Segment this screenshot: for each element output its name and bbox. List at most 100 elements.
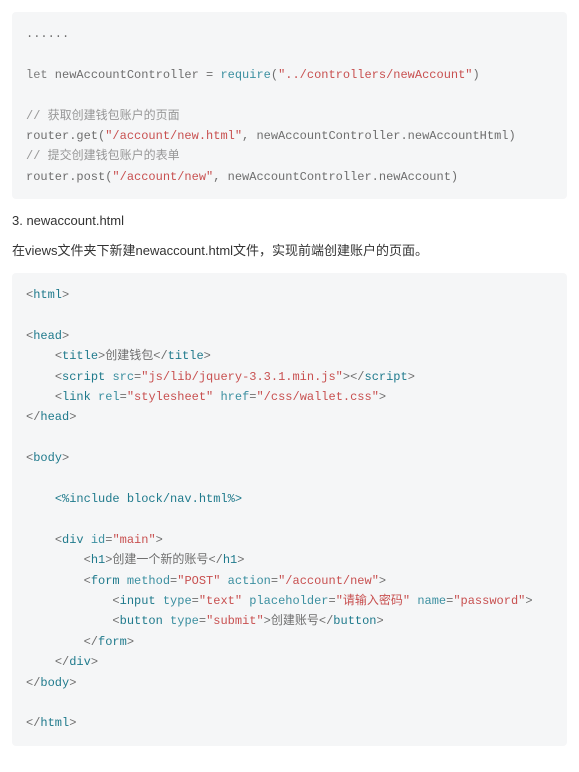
include-directive: <%include block/nav.html%> (55, 492, 242, 506)
tag-form: form (91, 574, 120, 588)
bracket: < (55, 390, 62, 404)
comment-line: // 获取创建钱包账户的页面 (26, 109, 180, 123)
bracket: < (84, 574, 91, 588)
bracket: > (62, 451, 69, 465)
bracket: > (105, 553, 112, 567)
bracket: > (91, 655, 98, 669)
bracket: > (127, 635, 134, 649)
code-text: router.post( (26, 170, 112, 184)
bracket: > (408, 370, 415, 384)
tag-h1-close: h1 (223, 553, 237, 567)
bracket: < (112, 614, 119, 628)
equals: = (120, 390, 127, 404)
val-type: "submit" (206, 614, 264, 628)
equals: = (170, 574, 177, 588)
equals: = (271, 574, 278, 588)
bracket: > (69, 410, 76, 424)
bracket: < (84, 553, 91, 567)
h1-text: 创建一个新的账号 (112, 553, 208, 567)
string-path: "../controllers/newAccount" (278, 68, 472, 82)
attr-rel: rel (98, 390, 120, 404)
comment-line: // 提交创建钱包账户的表单 (26, 149, 180, 163)
attr-type: type (163, 594, 192, 608)
val-src: "js/lib/jquery-3.3.1.min.js" (141, 370, 343, 384)
code-text: newAccountController = (48, 68, 221, 82)
section-title: 3. newaccount.html (12, 213, 567, 228)
bracket: > (525, 594, 532, 608)
tag-head-close: head (40, 410, 69, 424)
bracket: </ (26, 410, 40, 424)
bracket: > (204, 349, 211, 363)
tag-button-close: button (333, 614, 376, 628)
bracket: > (62, 329, 69, 343)
bracket: > (62, 288, 69, 302)
keyword-let: let (26, 68, 48, 82)
tag-body: body (33, 451, 62, 465)
attr-id: id (91, 533, 105, 547)
bracket: > (237, 553, 244, 567)
code-text: , newAccountController.newAccount) (213, 170, 458, 184)
tag-html-close: html (40, 716, 69, 730)
button-text: 创建账号 (271, 614, 319, 628)
val-rel: "stylesheet" (127, 390, 213, 404)
string-route: "/account/new" (112, 170, 213, 184)
bracket: > (379, 390, 386, 404)
attr-method: method (127, 574, 170, 588)
tag-div-close: div (69, 655, 91, 669)
attr-placeholder: placeholder (249, 594, 328, 608)
bracket: > (379, 574, 386, 588)
tag-div: div (62, 533, 84, 547)
bracket: < (112, 594, 119, 608)
bracket: > (264, 614, 271, 628)
bracket: > (377, 614, 384, 628)
code-line: ...... (26, 27, 69, 41)
tag-button: button (120, 614, 163, 628)
title-text: 创建钱包 (105, 349, 153, 363)
tag-html: html (33, 288, 62, 302)
equals: = (192, 594, 199, 608)
attr-name: name (417, 594, 446, 608)
tag-script: script (62, 370, 105, 384)
tag-h1: h1 (91, 553, 105, 567)
paren: ) (473, 68, 480, 82)
bracket: < (55, 370, 62, 384)
code-block-html: <html> <head> <title>创建钱包</title> <scrip… (12, 273, 567, 746)
val-placeholder: "请输入密码" (336, 594, 410, 608)
code-block-router: ...... let newAccountController = requir… (12, 12, 567, 199)
code-text: router.get( (26, 129, 105, 143)
val-type: "text" (199, 594, 242, 608)
tag-input: input (120, 594, 156, 608)
bracket: </ (26, 716, 40, 730)
attr-action: action (228, 574, 271, 588)
tag-script-close: script (365, 370, 408, 384)
bracket: > (69, 676, 76, 690)
val-name: "password" (453, 594, 525, 608)
code-text: , newAccountController.newAccountHtml) (242, 129, 516, 143)
bracket: </ (84, 635, 98, 649)
bracket: > (69, 716, 76, 730)
equals: = (329, 594, 336, 608)
string-route: "/account/new.html" (105, 129, 242, 143)
bracket: </ (319, 614, 333, 628)
equals: = (105, 533, 112, 547)
val-method: "POST" (177, 574, 220, 588)
val-id: "main" (112, 533, 155, 547)
tag-title: title (62, 349, 98, 363)
bracket: </ (26, 676, 40, 690)
attr-type: type (170, 614, 199, 628)
bracket: > (156, 533, 163, 547)
attr-href: href (220, 390, 249, 404)
section-desc: 在views文件夹下新建newaccount.html文件，实现前端创建账户的页… (12, 240, 567, 259)
tag-head: head (33, 329, 62, 343)
paren: ( (271, 68, 278, 82)
attr-src: src (112, 370, 134, 384)
tag-body-close: body (40, 676, 69, 690)
equals: = (446, 594, 453, 608)
bracket: < (55, 533, 62, 547)
bracket: </ (208, 553, 222, 567)
bracket: </ (55, 655, 69, 669)
tag-title-close: title (168, 349, 204, 363)
bracket: </ (153, 349, 167, 363)
tag-link: link (62, 390, 91, 404)
tag-form-close: form (98, 635, 127, 649)
